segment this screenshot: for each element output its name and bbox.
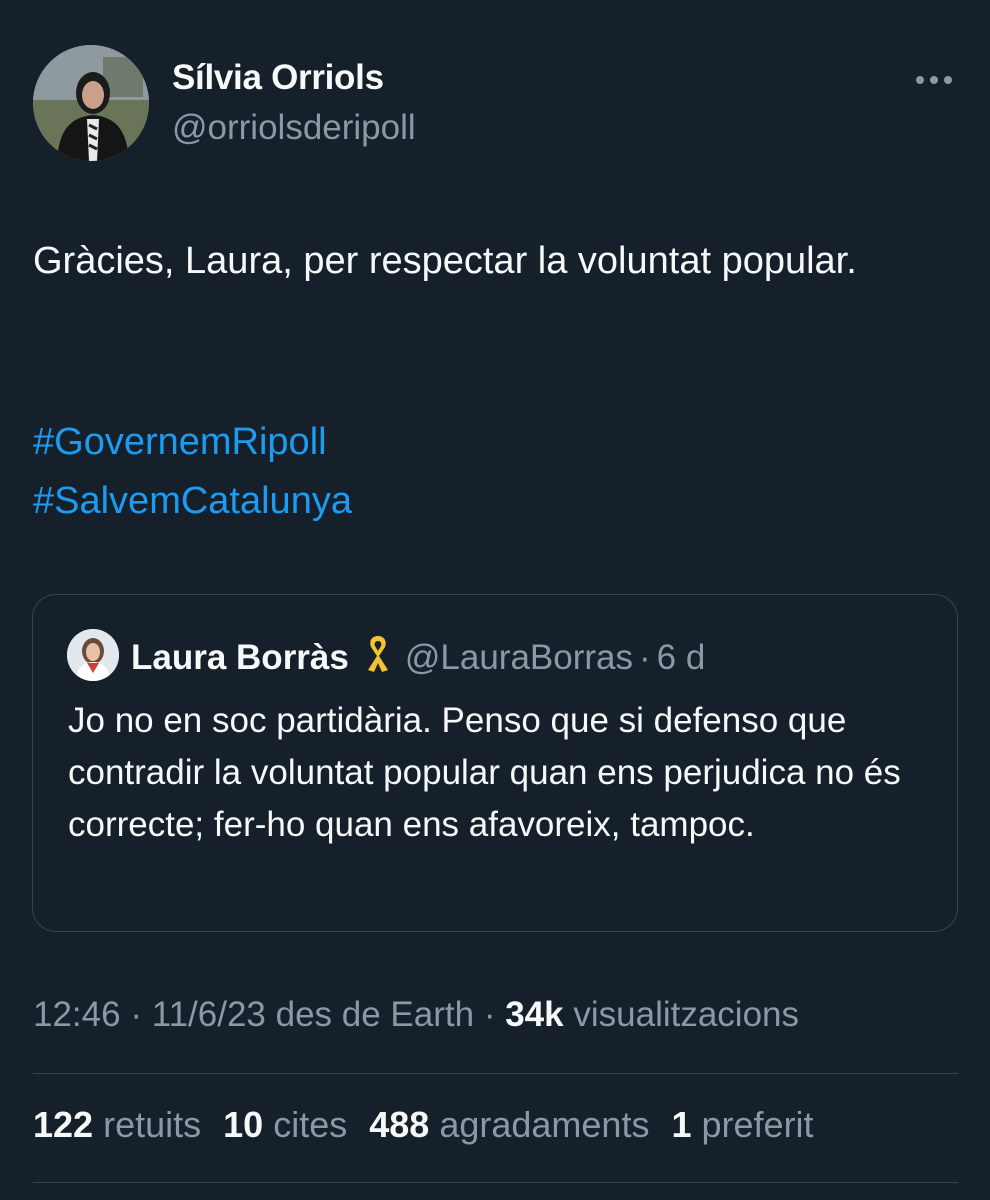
bookmarks-count: 1: [671, 1104, 692, 1145]
quoted-author-name: Laura Borràs: [131, 637, 349, 677]
yellow-ribbon-icon: [363, 633, 393, 682]
views-count: 34k: [505, 995, 564, 1034]
bookmarks-label: preferit: [701, 1104, 814, 1145]
quotes-label: cites: [273, 1104, 348, 1145]
bookmarks-stat[interactable]: 1 preferit: [671, 1104, 813, 1146]
tweet: Sílvia Orriols @orriolsderipoll Gràcies,…: [0, 0, 990, 1200]
retweets-stat[interactable]: 122 retuits: [33, 1104, 201, 1146]
engagement-stats: 122 retuits 10 cites 488 agradaments 1 p…: [33, 1104, 836, 1146]
separator: ·: [483, 995, 496, 1034]
hashtag-link[interactable]: #GovernemRipoll: [33, 413, 352, 472]
quoted-author-handle: @LauraBorras: [404, 637, 634, 677]
likes-label: agradaments: [439, 1104, 650, 1145]
dot: [944, 76, 952, 84]
dot: [930, 76, 938, 84]
author-handle[interactable]: @orriolsderipoll: [172, 108, 416, 148]
quoted-tweet[interactable]: Laura Borràs @LauraBorras · 6 d Jo no en…: [32, 594, 958, 932]
quotes-count: 10: [223, 1104, 264, 1145]
tweet-meta: 12:46 · 11/6/23 des de Earth · 34k visua…: [33, 995, 799, 1035]
divider: [33, 1073, 958, 1074]
quoted-tweet-text: Jo no en soc partidària. Penso que si de…: [68, 701, 901, 844]
quoted-tweet-header: Laura Borràs @LauraBorras · 6 d: [131, 633, 705, 682]
separator: ·: [639, 637, 651, 677]
tweet-time[interactable]: 12:46: [33, 995, 121, 1034]
quoted-author-avatar: [67, 629, 119, 681]
divider: [33, 1182, 958, 1183]
likes-count: 488: [369, 1104, 430, 1145]
retweets-count: 122: [33, 1104, 94, 1145]
separator: ·: [130, 995, 142, 1034]
dot: [916, 76, 924, 84]
quoted-tweet-time: 6 d: [656, 637, 706, 677]
retweets-label: retuits: [103, 1104, 202, 1145]
tweet-date-source[interactable]: 11/6/23 des de Earth: [152, 995, 474, 1034]
views-label: visualitzacions: [573, 995, 800, 1034]
tweet-text: Gràcies, Laura, per respectar la volunta…: [33, 240, 857, 282]
author-avatar[interactable]: [33, 45, 149, 161]
hashtag-link[interactable]: #SalvemCatalunya: [33, 472, 352, 531]
more-options-icon[interactable]: [914, 62, 954, 98]
likes-stat[interactable]: 488 agradaments: [369, 1104, 649, 1146]
hashtags: #GovernemRipoll #SalvemCatalunya: [33, 413, 352, 531]
quotes-stat[interactable]: 10 cites: [223, 1104, 347, 1146]
author-name[interactable]: Sílvia Orriols: [172, 58, 384, 98]
